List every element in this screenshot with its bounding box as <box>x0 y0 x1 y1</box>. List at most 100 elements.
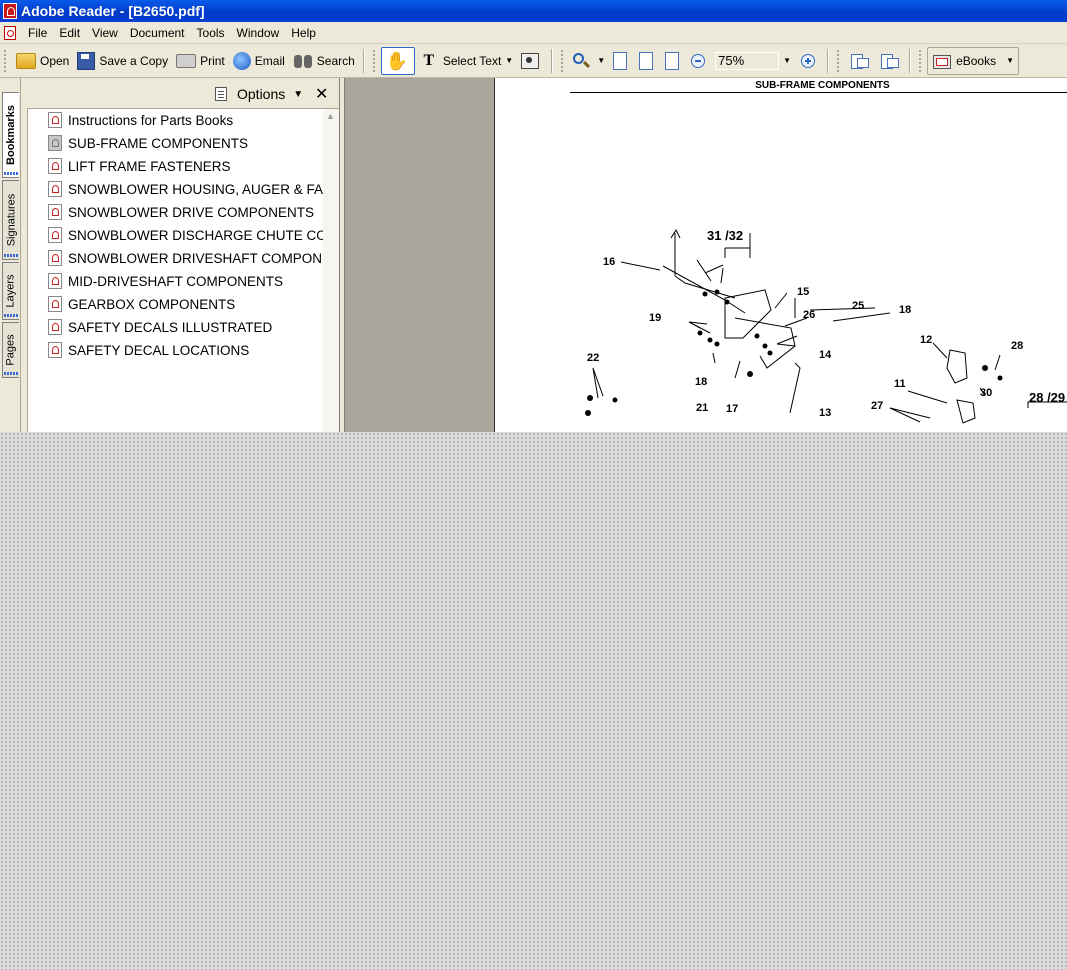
menu-help[interactable]: Help <box>285 26 322 40</box>
zoom-in-icon <box>801 53 816 68</box>
toolbar-grip[interactable] <box>919 49 924 72</box>
bookmark-item[interactable]: GEARBOX COMPONENTS <box>48 294 235 314</box>
bookmark-item[interactable]: SAFETY DECAL LOCATIONS <box>48 340 249 360</box>
save-copy-button[interactable]: Save a Copy <box>73 48 172 74</box>
menu-edit[interactable]: Edit <box>53 26 86 40</box>
toolbar-grip[interactable] <box>4 49 9 72</box>
rotate-clockwise-icon <box>849 52 870 70</box>
email-label: Email <box>254 53 285 68</box>
menu-bar: File Edit View Document Tools Window Hel… <box>0 22 1067 44</box>
toolbar-separator <box>827 48 830 73</box>
bookmark-page-icon <box>48 319 62 335</box>
actual-size-page-icon <box>613 51 628 70</box>
bookmark-item[interactable]: SNOWBLOWER DRIVESHAFT COMPONENTS <box>48 248 324 268</box>
callout-label: 27 <box>871 400 883 412</box>
bookmark-scrollbar[interactable]: ▲ <box>323 108 339 433</box>
select-text-label: Select Text <box>442 53 502 68</box>
email-button[interactable]: Email <box>229 48 289 74</box>
menu-window[interactable]: Window <box>231 26 286 40</box>
hand-tool-button[interactable]: ✋ <box>380 46 415 75</box>
callout-label: 18 <box>695 376 707 388</box>
tab-pages[interactable]: Pages <box>2 322 19 378</box>
unrendered-region <box>0 432 1067 970</box>
select-text-button[interactable]: T Select Text ▼ <box>415 48 517 74</box>
callout-label: 15 <box>797 286 809 298</box>
bookmark-page-icon <box>48 181 62 197</box>
menu-file[interactable]: File <box>22 26 53 40</box>
toolbar-grip[interactable] <box>837 49 842 72</box>
callout-label: 30 <box>980 387 992 399</box>
chevron-down-icon[interactable]: ▼ <box>597 56 605 65</box>
scroll-up-arrow-icon[interactable]: ▲ <box>326 111 335 121</box>
bookmark-page-icon <box>48 135 62 151</box>
chevron-down-icon[interactable]: ▼ <box>783 56 791 65</box>
callout-label: 19 <box>649 312 661 324</box>
toolbar-grip[interactable] <box>372 49 378 72</box>
open-button[interactable]: Open <box>12 48 73 74</box>
bookmark-page-icon <box>48 342 62 358</box>
document-menu-icon[interactable] <box>4 25 16 40</box>
toolbar-grip[interactable] <box>561 49 566 72</box>
bookmark-page-icon <box>48 204 62 220</box>
menu-view[interactable]: View <box>86 26 124 40</box>
pdf-page: SUB-FRAME COMPONENTS 31 /32 16 15 26 25 … <box>494 78 1067 432</box>
bookmark-item[interactable]: MID-DRIVESHAFT COMPONENTS <box>48 271 283 291</box>
callout-label: 31 /32 <box>707 228 743 243</box>
toolbar: Open Save a Copy Print Email Search ✋ T … <box>0 44 1067 78</box>
chevron-down-icon[interactable]: ▼ <box>505 56 513 65</box>
print-button[interactable]: Print <box>172 48 229 74</box>
ebooks-button[interactable]: eBooks ▼ <box>927 46 1020 75</box>
bookmark-item[interactable]: SNOWBLOWER DRIVE COMPONENTS <box>48 202 314 222</box>
bookmark-item[interactable]: LIFT FRAME FASTENERS <box>48 156 231 176</box>
bookmarks-panel: Options ▼ ✕ Instructions for Parts Books… <box>21 78 339 433</box>
callout-label: 26 <box>803 309 815 321</box>
menu-document[interactable]: Document <box>124 26 191 40</box>
zoom-in-button[interactable] <box>797 48 823 74</box>
zoom-level-field[interactable]: 75% <box>715 51 780 70</box>
bookmark-item[interactable]: SUB-FRAME COMPONENTS <box>48 133 248 153</box>
bookmark-item[interactable]: SNOWBLOWER DISCHARGE CHUTE COMPONENTS <box>48 225 324 245</box>
save-copy-label: Save a Copy <box>99 53 169 68</box>
bookmark-item[interactable]: Instructions for Parts Books <box>48 110 233 130</box>
fit-page-button[interactable] <box>635 48 661 74</box>
options-list-icon <box>215 87 227 101</box>
actual-size-button[interactable] <box>609 48 635 74</box>
callout-label: 28 /29 <box>1029 390 1065 405</box>
search-button[interactable]: Search <box>289 48 359 74</box>
tab-bookmarks[interactable]: Bookmarks <box>2 92 19 178</box>
close-panel-button[interactable]: ✕ <box>315 84 328 104</box>
document-view[interactable]: SUB-FRAME COMPONENTS 31 /32 16 15 26 25 … <box>345 78 1067 432</box>
menu-tools[interactable]: Tools <box>191 26 231 40</box>
callout-label: 21 <box>696 402 708 414</box>
camera-icon <box>521 52 540 69</box>
bookmark-item[interactable]: SAFETY DECALS ILLUSTRATED <box>48 317 272 337</box>
email-globe-icon <box>232 51 251 70</box>
bookmark-list: Instructions for Parts Books SUB-FRAME C… <box>27 108 324 433</box>
navigation-tabs: Bookmarks Signatures Layers Pages <box>0 78 21 432</box>
rotate-counterclockwise-button[interactable] <box>875 48 905 74</box>
fit-width-button[interactable] <box>661 48 687 74</box>
zoom-out-button[interactable] <box>687 48 713 74</box>
toolbar-separator <box>909 48 912 73</box>
ebooks-label: eBooks <box>956 53 997 68</box>
open-folder-icon <box>16 52 36 69</box>
fit-width-icon <box>665 51 680 70</box>
tab-signatures[interactable]: Signatures <box>2 180 19 260</box>
tab-layers[interactable]: Layers <box>2 262 19 320</box>
options-menu-button[interactable]: Options ▼ <box>215 86 303 102</box>
callout-label: 28 <box>1011 340 1023 352</box>
bookmark-item[interactable]: SNOWBLOWER HOUSING, AUGER & FAN <box>48 179 324 199</box>
toolbar-separator <box>362 48 365 73</box>
snapshot-tool-button[interactable] <box>517 48 547 74</box>
parts-diagram: 31 /32 16 15 26 25 18 19 14 18 12 28 22 … <box>585 228 1067 424</box>
chevron-down-icon[interactable]: ▼ <box>1006 56 1014 65</box>
callout-label: 16 <box>603 256 615 268</box>
zoom-in-tool-button[interactable]: ▼ <box>569 48 609 74</box>
rotate-clockwise-button[interactable] <box>845 48 875 74</box>
title-bar: Adobe Reader - [B2650.pdf] <box>0 0 1067 22</box>
callout-label: 11 <box>894 378 906 390</box>
callout-label: 14 <box>819 349 832 361</box>
printer-icon <box>176 53 197 68</box>
bookmark-page-icon <box>48 227 62 243</box>
zoom-out-icon <box>691 53 706 68</box>
